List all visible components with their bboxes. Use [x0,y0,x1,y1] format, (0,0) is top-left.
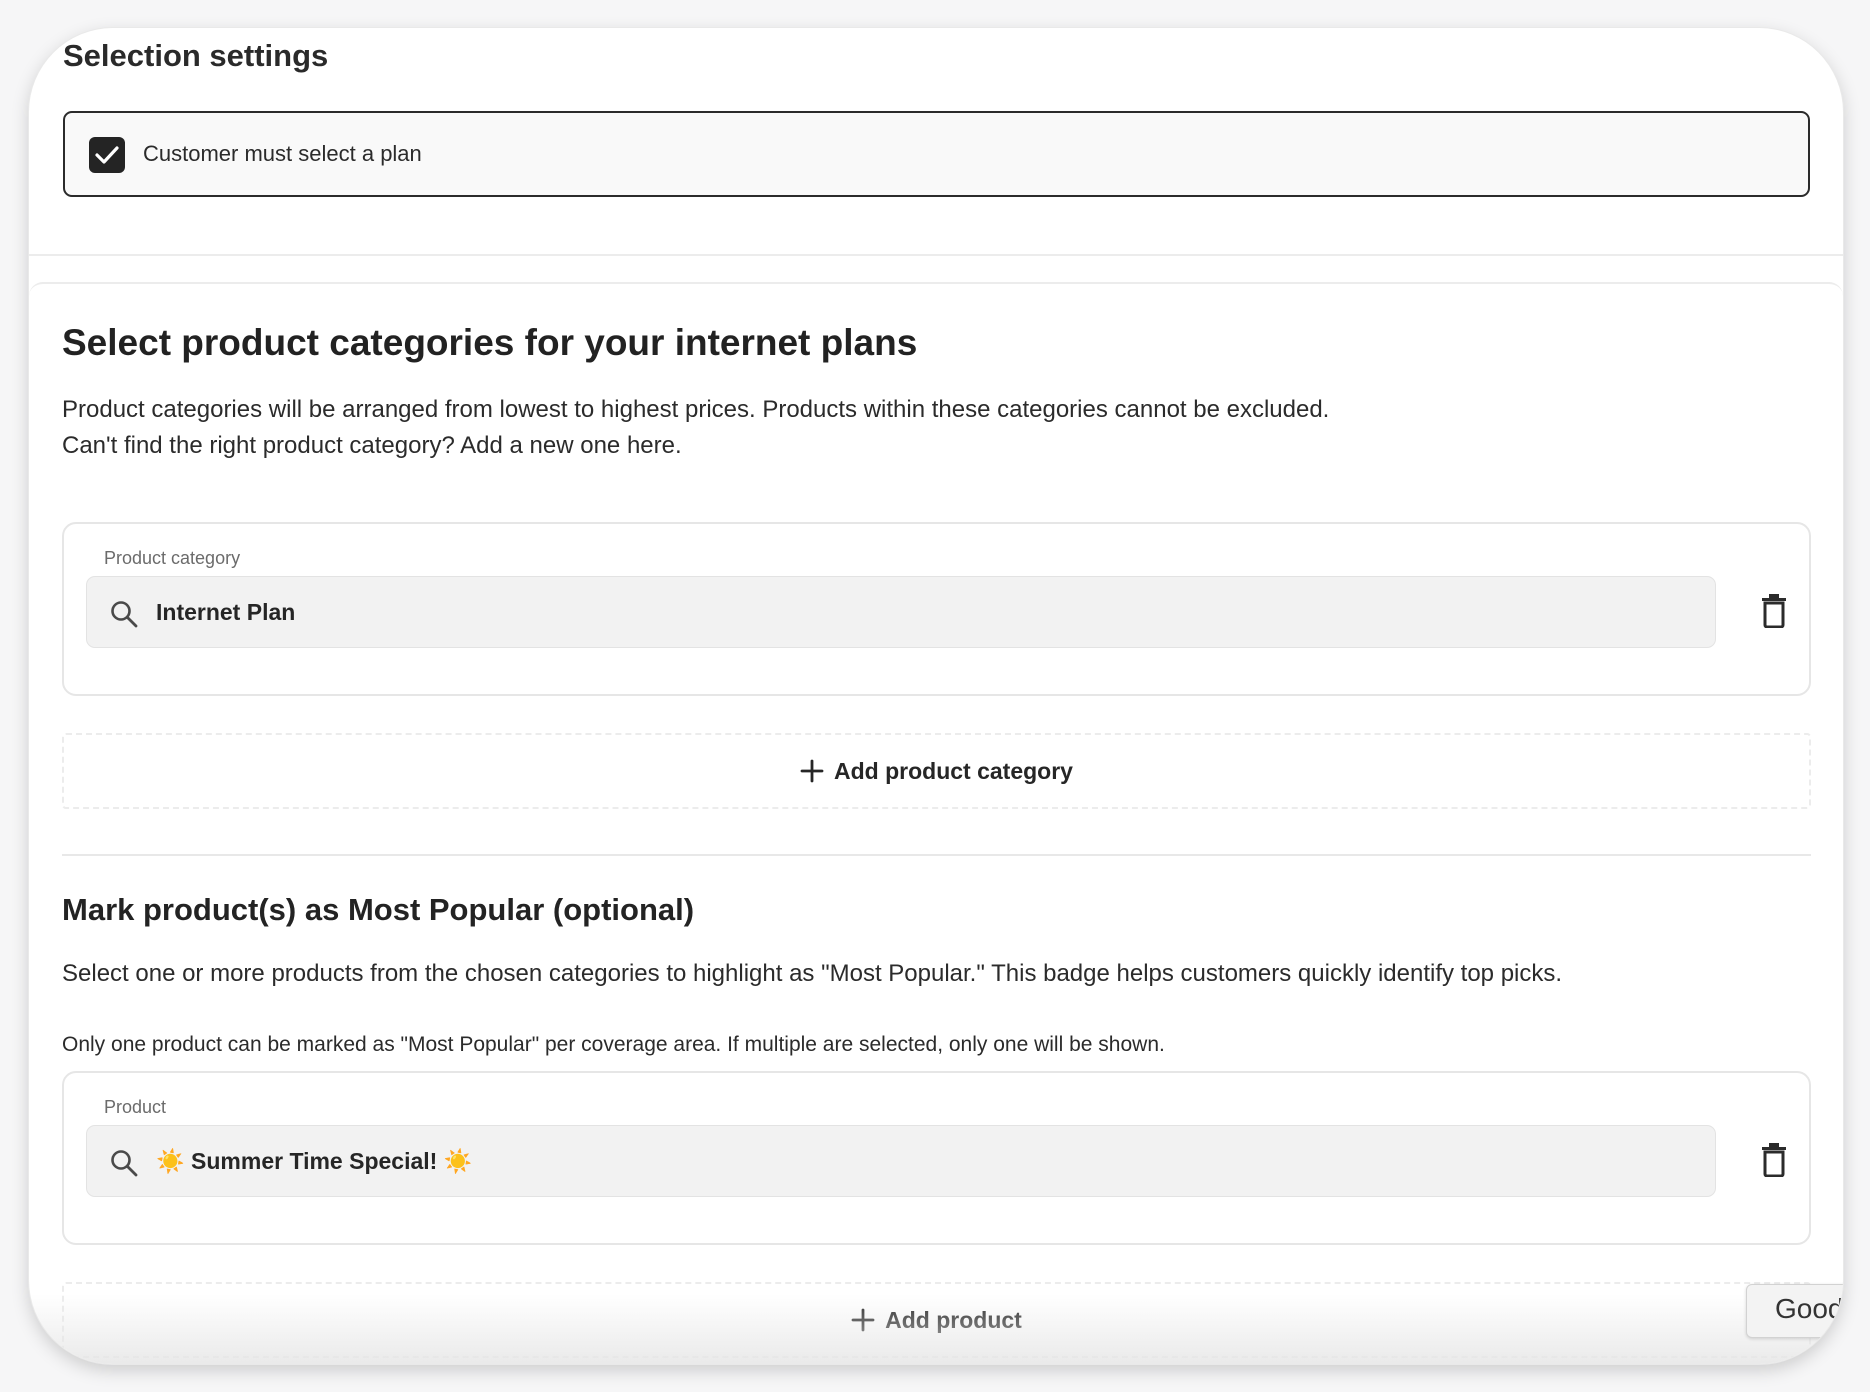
plus-icon [800,759,824,783]
product-category-search-input[interactable]: Internet Plan [86,576,1716,648]
product-category-card: Product category Internet Plan [62,522,1811,696]
delete-category-trash-icon[interactable] [1759,594,1789,628]
search-icon [111,1150,138,1177]
selection-settings-section: Selection settings Customer must select … [29,28,1843,256]
checkmark-icon [95,146,119,164]
delete-product-trash-icon[interactable] [1759,1143,1789,1177]
most-popular-note: Only one product can be marked as "Most … [62,1033,1165,1056]
categories-description-line1: Product categories will be arranged from… [62,396,1330,423]
settings-panel: Selection settings Customer must select … [29,28,1843,1364]
must-select-plan-option[interactable]: Customer must select a plan [63,111,1810,197]
add-product-button[interactable]: Add product [62,1282,1811,1358]
product-search-input[interactable]: ☀️ Summer Time Special! ☀️ [86,1125,1716,1197]
must-select-plan-label: Customer must select a plan [143,141,422,166]
add-product-label: Add product [885,1306,1022,1333]
categories-heading: Select product categories for your inter… [62,322,918,363]
most-popular-description: Select one or more products from the cho… [62,960,1563,987]
must-select-plan-checkbox[interactable] [89,137,125,173]
add-product-category-label: Add product category [834,757,1073,784]
product-category-value: Internet Plan [156,599,296,625]
plus-icon [851,1308,875,1332]
search-icon [111,601,138,628]
product-field-label: Product [104,1097,167,1117]
categories-description-line2: Can't find the right product category? A… [62,432,682,459]
floating-button[interactable]: Good [1746,1284,1843,1338]
product-value: ☀️ Summer Time Special! ☀️ [156,1148,473,1174]
add-product-category-button[interactable]: Add product category [62,733,1811,809]
product-card: Product ☀️ Summer Time Special! ☀️ [62,1071,1811,1245]
product-category-field-label: Product category [104,548,241,568]
most-popular-heading: Mark product(s) as Most Popular (optiona… [62,892,695,927]
selection-settings-title: Selection settings [63,38,329,73]
section-divider [62,854,1811,856]
